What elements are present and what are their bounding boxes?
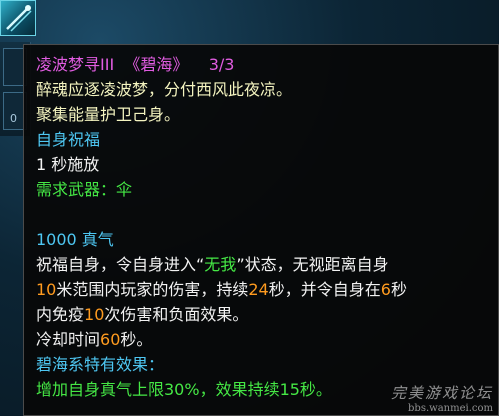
forum-watermark: 完美游戏论坛 bbs.wanmei.com: [391, 382, 493, 414]
effect-text: 次伤害和负面效果。: [104, 305, 249, 324]
skill-name: 凌波梦寻III: [36, 55, 115, 74]
energy-cost: 1000 真气: [36, 230, 114, 249]
skill-tooltip: 凌波梦寻III 《碧海》 3/3 醉魂应逐凌波梦，分付西风此夜凉。 聚集能量护卫…: [23, 44, 499, 416]
watermark-title: 完美游戏论坛: [390, 384, 493, 402]
effect-range-value: 10: [36, 280, 57, 299]
effect-line-3: 内免疫10次伤害和负面效果。: [36, 305, 248, 325]
effect-text: 内免疫: [36, 305, 85, 324]
skill-description-line-2: 聚集能量护卫己身。: [36, 105, 181, 124]
cast-time: 1 秒施放: [36, 155, 100, 174]
weapon-requirement: 需求武器：伞: [36, 180, 133, 199]
cooldown-line: 冷却时间60秒。: [36, 330, 152, 350]
skill-description-line-1: 醉魂应逐凌波梦，分付西风此夜凉。: [36, 80, 293, 99]
cooldown-text: 冷却时间: [36, 330, 101, 349]
effect-text: 米范围内玩家的伤害，持续: [56, 280, 249, 299]
skill-category: 自身祝福: [36, 130, 101, 149]
effect-line-1: 祝福自身，令自身进入“无我”状态，无视距离自身: [36, 255, 389, 275]
effect-line-2: 10米范围内玩家的伤害，持续24秒，并令自身在6秒: [36, 280, 407, 300]
cooldown-value: 60: [100, 330, 121, 349]
effect-text: 秒: [390, 280, 407, 299]
umbrella-skill-icon: [6, 5, 32, 32]
effect-text: 祝福自身，令自身进入“: [36, 255, 205, 274]
effect-duration-value: 24: [248, 280, 269, 299]
school-effect-title: 碧海系特有效果：: [36, 355, 165, 374]
effect-state-name: 无我: [204, 255, 237, 274]
slot-count: 0: [10, 112, 17, 125]
watermark-url: bbs.wanmei.com: [408, 403, 493, 414]
skill-header: 凌波梦寻III 《碧海》 3/3: [36, 55, 234, 75]
effect-text: 秒，并令自身在: [268, 280, 381, 299]
effect-text: ”状态，无视距离自身: [236, 255, 389, 274]
skill-school-tag: 《碧海》: [124, 55, 189, 74]
effect-immune-seconds-value: 6: [380, 280, 391, 299]
skill-slot[interactable]: [0, 0, 36, 36]
skill-level: 3/3: [208, 55, 235, 74]
cooldown-text: 秒。: [120, 330, 153, 349]
school-effect-text: 增加自身真气上限30%，效果持续15秒。: [36, 380, 332, 399]
effect-immune-count-value: 10: [84, 305, 105, 324]
